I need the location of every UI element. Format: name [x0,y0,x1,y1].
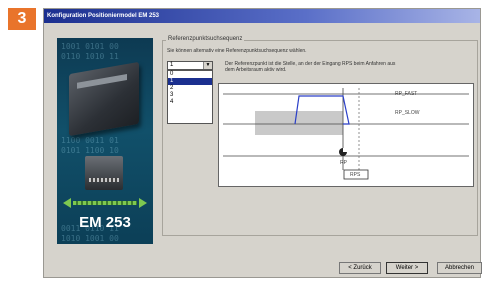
binary-row: 1100 0011 01 [61,136,119,145]
window-title: Konfiguration Positioniermodel EM 253 [44,9,480,23]
dropdown-option[interactable]: 4 [168,99,212,106]
description-line-2: dem Arbeitsraum aktiv wird. [225,67,287,73]
em253-module-image [85,156,123,190]
sequence-select[interactable]: 1 ▼ [167,61,213,70]
sequence-diagram-svg [223,88,469,180]
product-image: 1001 0101 00 0110 1010 11 1100 0011 01 0… [57,38,153,244]
dropdown-option[interactable]: 3 [168,92,212,99]
rp-position-icon-highlight [343,148,347,152]
rps-label: RPS [350,172,361,178]
rp-slow-label: RP_SLOW [395,110,420,116]
dropdown-option-selected[interactable]: 1 [168,78,212,85]
dropdown-option[interactable]: 2 [168,85,212,92]
reference-sequence-diagram: RP_FAST RP_SLOW RP RPS [218,83,474,187]
sequence-dropdown-list: 0 1 2 3 4 [167,70,213,124]
cancel-button[interactable]: Abbrechen [437,262,482,274]
chevron-down-icon[interactable]: ▼ [203,62,212,69]
model-label: EM 253 [79,214,131,231]
next-button[interactable]: Weiter > [386,262,428,274]
dropdown-option[interactable]: 0 [168,71,212,78]
binary-row: 1001 0101 00 [61,42,119,51]
step-number-badge: 3 [8,8,36,30]
rp-fast-label: RP_FAST [395,91,418,97]
sequence-select-value: 1 [170,62,174,68]
back-button[interactable]: < Zurück [339,262,381,274]
slow-speed-band [255,111,343,135]
binary-row: 0101 1100 10 [61,146,119,155]
rp-label: RP [340,160,347,166]
binary-row: 0110 1010 11 [61,52,119,61]
plc-module-image [69,61,139,137]
binary-row: 1010 1001 00 [61,234,119,243]
group-title: Referenzpunktsuchsequenz [166,36,245,42]
motion-arrow-icon [63,198,147,208]
instruction-text: Sie können alternativ eine Referenzpunkt… [167,48,307,54]
